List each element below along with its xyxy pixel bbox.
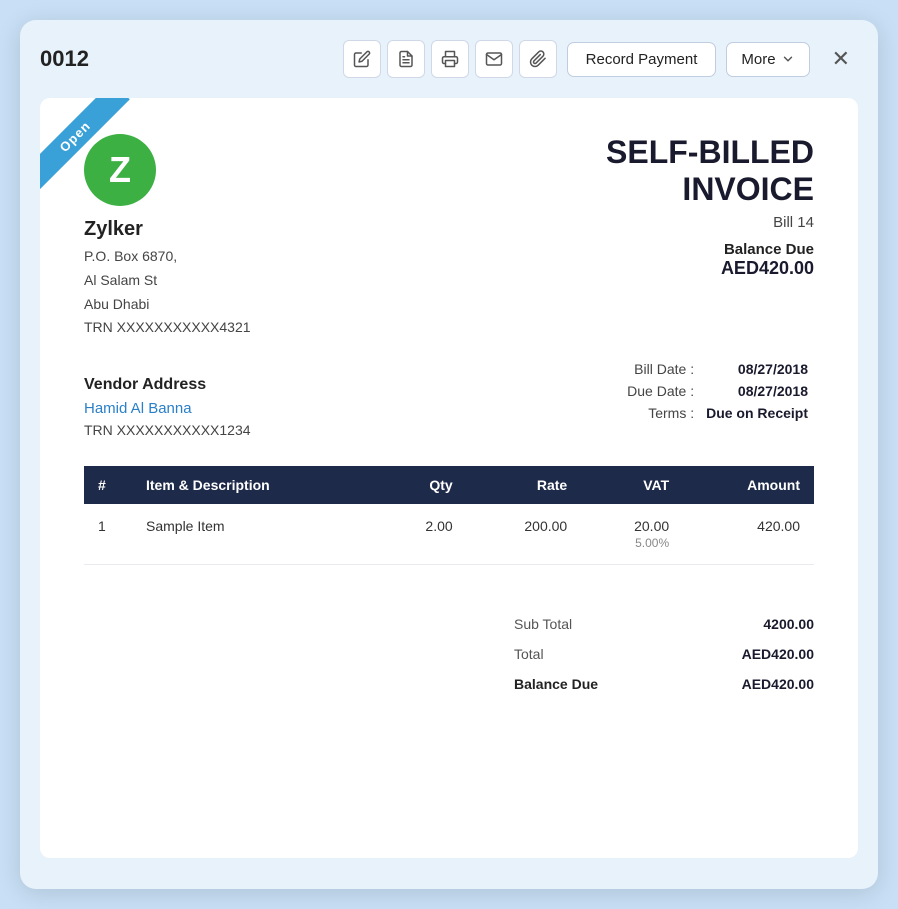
row-vat: 20.005.00% — [581, 504, 683, 565]
bill-number: Bill 14 — [606, 214, 814, 231]
balance-label: Balance Due — [606, 241, 814, 258]
company-name: Zylker — [84, 218, 251, 241]
bill-date-row: Bill Date : 08/27/2018 — [621, 358, 814, 380]
col-vat: VAT — [581, 466, 683, 504]
invoice-title: SELF-BILLED INVOICE — [606, 134, 814, 208]
total-value: AED420.00 — [742, 646, 814, 662]
row-vat-pct: 5.00% — [595, 536, 669, 550]
row-qty: 2.00 — [377, 504, 466, 565]
col-qty: Qty — [377, 466, 466, 504]
email-button[interactable] — [475, 40, 513, 78]
company-address: P.O. Box 6870, Al Salam St Abu Dhabi TRN… — [84, 245, 251, 340]
items-table: # Item & Description Qty Rate VAT Amount… — [84, 466, 814, 565]
company-trn: TRN XXXXXXXXXXX4321 — [84, 316, 251, 340]
more-button[interactable]: More — [726, 42, 809, 77]
due-date-label: Due Date : — [621, 380, 700, 402]
balance-due-value: AED420.00 — [742, 676, 814, 692]
bill-date-label: Bill Date : — [621, 358, 700, 380]
table-body: 1 Sample Item 2.00 200.00 20.005.00% 420… — [84, 504, 814, 565]
due-date-value: 08/27/2018 — [700, 380, 814, 402]
print-button[interactable] — [431, 40, 469, 78]
due-date-row: Due Date : 08/27/2018 — [621, 380, 814, 402]
balance-due-label: Balance Due — [514, 676, 598, 692]
table-row: 1 Sample Item 2.00 200.00 20.005.00% 420… — [84, 504, 814, 565]
terms-value: Due on Receipt — [700, 402, 814, 424]
main-window: 0012 Record Payment More ✕ — [20, 20, 878, 889]
vendor-trn: TRN XXXXXXXXXXX1234 — [84, 422, 251, 438]
invoice-title-line2: INVOICE — [606, 171, 814, 208]
total-label: Total — [514, 646, 544, 662]
toolbar: 0012 Record Payment More ✕ — [40, 40, 858, 78]
subtotal-value: 4200.00 — [763, 616, 814, 632]
col-amount: Amount — [683, 466, 814, 504]
attachment-icon — [529, 50, 547, 68]
more-label: More — [741, 51, 775, 68]
invoice-card: Open Z Zylker P.O. Box 6870, Al Salam St… — [40, 98, 858, 858]
email-icon — [485, 50, 503, 68]
vendor-title: Vendor Address — [84, 376, 251, 394]
company-logo-letter: Z — [109, 149, 131, 191]
edit-button[interactable] — [343, 40, 381, 78]
table-header: # Item & Description Qty Rate VAT Amount — [84, 466, 814, 504]
vendor-section: Vendor Address Hamid Al Banna TRN XXXXXX… — [84, 376, 251, 438]
company-info: Z Zylker P.O. Box 6870, Al Salam St Abu … — [84, 134, 251, 340]
dates-section: Bill Date : 08/27/2018 Due Date : 08/27/… — [621, 358, 814, 424]
invoice-id: 0012 — [40, 46, 333, 72]
toolbar-icons — [343, 40, 557, 78]
company-logo: Z — [84, 134, 156, 206]
terms-label: Terms : — [621, 402, 700, 424]
col-description: Item & Description — [132, 466, 377, 504]
record-payment-button[interactable]: Record Payment — [567, 42, 717, 77]
bill-date-value: 08/27/2018 — [700, 358, 814, 380]
vendor-name-link[interactable]: Hamid Al Banna — [84, 400, 192, 417]
edit-icon — [353, 50, 371, 68]
invoice-title-line1: SELF-BILLED — [606, 134, 814, 171]
attachment-button[interactable] — [519, 40, 557, 78]
balance-due-row: Balance Due AED420.00 — [514, 669, 814, 699]
total-row: Total AED420.00 — [514, 639, 814, 669]
close-button[interactable]: ✕ — [824, 42, 858, 76]
subtotal-label: Sub Total — [514, 616, 572, 632]
address-line3: Abu Dhabi — [84, 293, 251, 317]
address-line1: P.O. Box 6870, — [84, 245, 251, 269]
address-line2: Al Salam St — [84, 269, 251, 293]
totals-section: Sub Total 4200.00 Total AED420.00 Balanc… — [514, 609, 814, 699]
chevron-down-icon — [781, 52, 795, 66]
row-description: Sample Item — [132, 504, 377, 565]
dates-table: Bill Date : 08/27/2018 Due Date : 08/27/… — [621, 358, 814, 424]
balance-amount: AED420.00 — [606, 258, 814, 279]
row-num: 1 — [84, 504, 132, 565]
invoice-title-block: SELF-BILLED INVOICE Bill 14 Balance Due … — [606, 134, 814, 279]
totals-wrapper: Sub Total 4200.00 Total AED420.00 Balanc… — [84, 589, 814, 699]
row-amount: 420.00 — [683, 504, 814, 565]
middle-section: Vendor Address Hamid Al Banna TRN XXXXXX… — [84, 358, 814, 438]
items-section: # Item & Description Qty Rate VAT Amount… — [84, 466, 814, 565]
pdf-button[interactable] — [387, 40, 425, 78]
print-icon — [441, 50, 459, 68]
col-rate: Rate — [467, 466, 582, 504]
col-num: # — [84, 466, 132, 504]
row-rate: 200.00 — [467, 504, 582, 565]
invoice-header: Z Zylker P.O. Box 6870, Al Salam St Abu … — [84, 134, 814, 340]
subtotal-row: Sub Total 4200.00 — [514, 609, 814, 639]
terms-row: Terms : Due on Receipt — [621, 402, 814, 424]
pdf-icon — [397, 50, 415, 68]
